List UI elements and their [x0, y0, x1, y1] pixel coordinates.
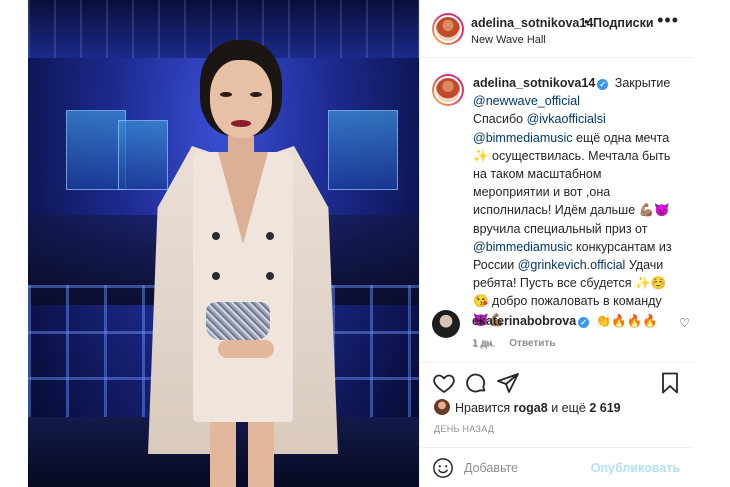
verified-badge-icon: ✓: [578, 317, 590, 328]
sequin-clutch: [206, 302, 270, 340]
comment-like-icon[interactable]: ♡: [679, 316, 690, 330]
emoji-icon[interactable]: [432, 457, 454, 479]
likes-summary[interactable]: Нравится roga8 и ещё 2 619: [434, 399, 621, 415]
post-photo[interactable]: [28, 0, 419, 487]
comment-text: ekaterinabobrova ✓ 👏🔥🔥🔥: [472, 314, 658, 329]
verified-badge-icon: ✓: [597, 79, 609, 90]
caption-avatar[interactable]: [432, 74, 464, 106]
comment-time[interactable]: 1 дн.: [472, 338, 494, 349]
post-side-panel: adelina_sotnikova14 • Подписки New Wave …: [419, 0, 694, 487]
woman-figure: [148, 40, 338, 487]
dress-button: [266, 272, 274, 280]
comment-body: 👏🔥🔥🔥: [595, 314, 658, 328]
bookmark-icon[interactable]: [658, 371, 682, 395]
heart-icon[interactable]: [432, 371, 456, 395]
leg: [210, 422, 236, 487]
stage-screen-left: [66, 110, 126, 190]
mention-link[interactable]: @bimmediamusic: [473, 240, 573, 254]
caption-text: adelina_sotnikova14 ✓ Закрытие @newwave_o…: [473, 74, 680, 329]
hands: [218, 340, 274, 358]
likes-prefix: Нравится: [455, 401, 511, 415]
likes-count[interactable]: 2 619: [589, 401, 620, 415]
mention-link[interactable]: @ivkaofficialsi: [527, 112, 606, 126]
more-options-icon[interactable]: •••: [657, 10, 679, 31]
eye: [250, 92, 262, 97]
reply-button[interactable]: Ответить: [509, 338, 555, 349]
stage-screen-right: [328, 110, 398, 190]
post-timestamp[interactable]: ДЕНЬ НАЗАД: [434, 424, 494, 434]
dress-button: [212, 232, 220, 240]
comment-meta: 1 дн. Ответить: [472, 338, 567, 349]
page-margin: [693, 0, 730, 487]
comment-icon[interactable]: [464, 371, 488, 395]
action-bar: [420, 363, 694, 403]
dress-button: [266, 232, 274, 240]
post-header: adelina_sotnikova14 • Подписки New Wave …: [420, 0, 693, 58]
caption-line: вручила специальный приз от: [473, 221, 648, 236]
add-comment-bar: Опубликовать: [420, 447, 694, 487]
liker-username[interactable]: roga8: [514, 401, 548, 415]
commenter-avatar[interactable]: [432, 310, 460, 338]
commenter-username[interactable]: ekaterinabobrova: [472, 314, 576, 328]
separator-dot: •: [584, 14, 589, 29]
caption-line: Спасибо: [473, 112, 527, 127]
publish-button[interactable]: Опубликовать: [591, 461, 680, 475]
leg: [248, 422, 274, 487]
mention-link[interactable]: @newwave_official: [473, 94, 580, 108]
author-avatar[interactable]: [432, 13, 464, 45]
neck: [228, 134, 254, 162]
liker-avatar[interactable]: [434, 399, 450, 415]
caption-username[interactable]: adelina_sotnikova14: [473, 76, 595, 90]
likes-middle: и ещё: [551, 401, 586, 415]
author-username[interactable]: adelina_sotnikova14: [471, 16, 593, 30]
share-icon[interactable]: [496, 371, 520, 395]
dress-button: [212, 272, 220, 280]
instagram-post-view: adelina_sotnikova14 • Подписки New Wave …: [0, 0, 730, 487]
mention-link[interactable]: @bimmediamusic: [473, 131, 573, 145]
caption-line: Закрытие: [614, 76, 671, 90]
post-location[interactable]: New Wave Hall: [471, 34, 546, 46]
mention-link[interactable]: @grinkevich.official: [518, 258, 626, 272]
eye: [220, 92, 232, 97]
lips: [231, 120, 251, 127]
following-button[interactable]: Подписки: [593, 16, 654, 30]
